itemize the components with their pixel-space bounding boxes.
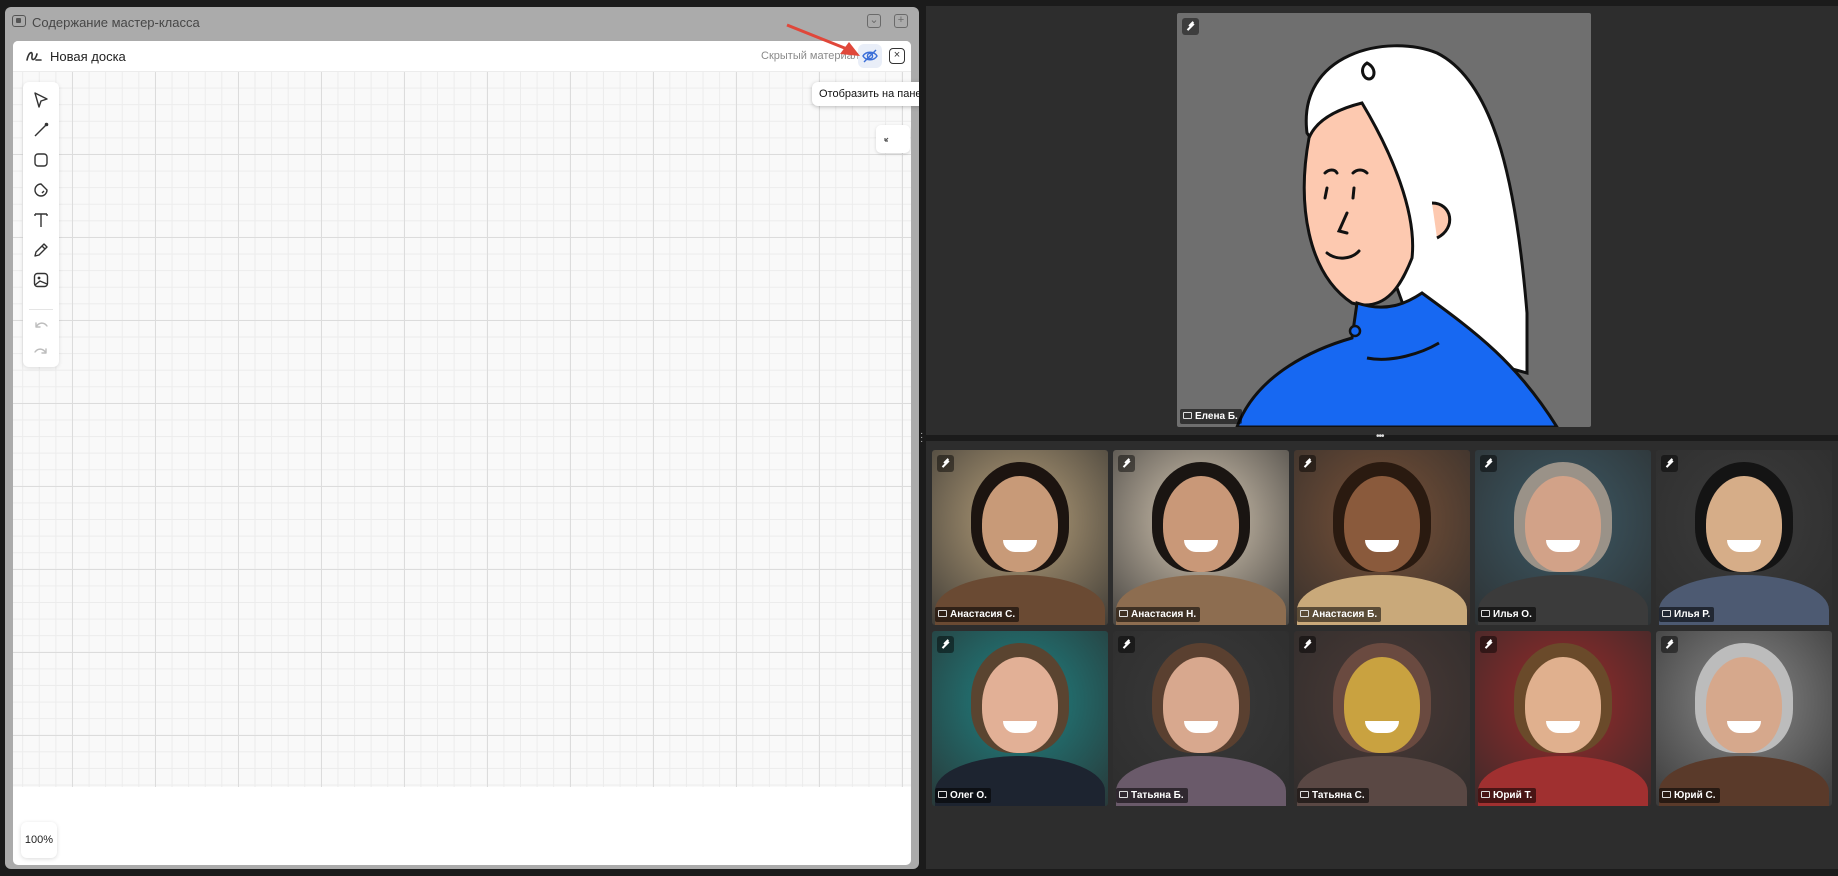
participant-name-tag: Анастасия Н. [1116, 607, 1201, 622]
participant-tile[interactable]: Татьяна Б. [1113, 631, 1289, 806]
panel-header: Содержание мастер-класса ⌄ + [5, 7, 919, 37]
redo-icon[interactable] [31, 342, 51, 362]
undo-icon[interactable] [31, 316, 51, 336]
mute-icon [1299, 455, 1316, 472]
speaker-name-tag: Елена Б. [1180, 409, 1242, 424]
whiteboard-icon [25, 48, 43, 69]
shape-tool-icon[interactable] [31, 150, 51, 170]
avatar [982, 657, 1058, 753]
avatar [1344, 476, 1420, 572]
participant-tile[interactable]: Илья Р. [1656, 450, 1832, 625]
camera-icon [1481, 791, 1490, 798]
panel-title: Содержание мастер-класса [32, 15, 200, 30]
participant-tile[interactable]: Татьяна С. [1294, 631, 1470, 806]
drawing-toolbar [23, 82, 59, 367]
mute-icon [1118, 455, 1135, 472]
panel-icon [12, 15, 26, 27]
zoom-level[interactable]: 100% [21, 822, 57, 858]
vertical-split-handle-icon[interactable]: · · · [920, 429, 923, 447]
board-header: Новая доска Скрытый материал × [13, 41, 911, 72]
participant-name: Илья Р. [1674, 609, 1711, 620]
avatar [1706, 476, 1782, 572]
participant-tile[interactable]: Юрий Т. [1475, 631, 1651, 806]
participants-grid: Анастасия С. Анастасия Н. Анастасия Б. Илья… [926, 441, 1838, 869]
speaker-tile[interactable]: Елена Б. [1177, 13, 1591, 427]
participant-name: Юрий С. [1674, 790, 1716, 801]
participant-name-tag: Юрий Т. [1478, 788, 1537, 803]
resize-handle-icon[interactable]: ••• [1376, 432, 1384, 442]
hand-icon [1183, 412, 1192, 419]
tooltip-show-on-panel: Отобразить на панели [812, 82, 919, 106]
participant-name-tag: Олег О. [935, 788, 991, 803]
participant-tile[interactable]: Анастасия Н. [1113, 450, 1289, 625]
participant-name-tag: Илья Р. [1659, 607, 1715, 622]
participant-name: Юрий Т. [1493, 790, 1533, 801]
image-tool-icon[interactable] [31, 270, 51, 290]
mute-icon [1480, 636, 1497, 653]
participant-name-tag: Анастасия Б. [1297, 607, 1382, 622]
board-title: Новая доска [50, 49, 126, 64]
select-tool-icon[interactable] [31, 90, 51, 110]
close-board-button[interactable]: × [889, 48, 905, 64]
minimap-toggle[interactable] [876, 125, 910, 153]
participant-tile[interactable]: Анастасия С. [932, 450, 1108, 625]
avatar [982, 476, 1058, 572]
sticker-tool-icon[interactable] [31, 180, 51, 200]
participant-name: Татьяна С. [1312, 790, 1365, 801]
avatar [1163, 657, 1239, 753]
line-tool-icon[interactable] [31, 120, 51, 140]
participant-name-tag: Илья О. [1478, 607, 1536, 622]
camera-icon [1300, 610, 1309, 617]
avatar [1525, 476, 1601, 572]
add-material-button[interactable]: + [894, 14, 908, 28]
participant-name: Олег О. [950, 790, 987, 801]
camera-icon [938, 791, 947, 798]
camera-icon [938, 610, 947, 617]
board-canvas[interactable] [13, 72, 911, 787]
speaker-name: Елена Б. [1195, 411, 1238, 422]
mute-icon [1299, 636, 1316, 653]
mute-icon [1182, 18, 1199, 35]
participant-name: Анастасия Б. [1312, 609, 1378, 620]
participant-tile[interactable]: Олег О. [932, 631, 1108, 806]
avatar [1163, 476, 1239, 572]
mute-icon [937, 455, 954, 472]
mute-icon [1480, 455, 1497, 472]
whiteboard: Новая доска Скрытый материал × 100% [13, 41, 911, 865]
participant-tile[interactable]: Анастасия Б. [1294, 450, 1470, 625]
camera-icon [1662, 610, 1671, 617]
participant-name-tag: Юрий С. [1659, 788, 1720, 803]
collapse-panel-button[interactable]: ⌄ [867, 14, 881, 28]
mute-icon [937, 636, 954, 653]
avatar [1344, 657, 1420, 753]
participant-name-tag: Татьяна Б. [1116, 788, 1188, 803]
participant-name: Татьяна Б. [1131, 790, 1184, 801]
participant-tile[interactable]: Илья О. [1475, 450, 1651, 625]
camera-icon [1300, 791, 1309, 798]
content-panel: Содержание мастер-класса ⌄ + Новая доска… [5, 7, 919, 869]
participant-name: Анастасия С. [950, 609, 1016, 620]
camera-icon [1481, 610, 1490, 617]
mute-icon [1661, 455, 1678, 472]
annotation-arrow-icon [786, 23, 860, 56]
avatar [1235, 44, 1559, 427]
camera-icon [1119, 791, 1128, 798]
avatar [1525, 657, 1601, 753]
avatar [1706, 657, 1782, 753]
camera-icon [1662, 791, 1671, 798]
participant-name: Илья О. [1493, 609, 1532, 620]
mute-icon [1118, 636, 1135, 653]
participant-name-tag: Татьяна С. [1297, 788, 1369, 803]
camera-icon [1119, 610, 1128, 617]
pen-tool-icon[interactable] [31, 240, 51, 260]
text-tool-icon[interactable] [31, 210, 51, 230]
participant-name: Анастасия Н. [1131, 609, 1197, 620]
mute-icon [1661, 636, 1678, 653]
toolbar-divider [29, 309, 53, 310]
participant-name-tag: Анастасия С. [935, 607, 1020, 622]
participant-tile[interactable]: Юрий С. [1656, 631, 1832, 806]
